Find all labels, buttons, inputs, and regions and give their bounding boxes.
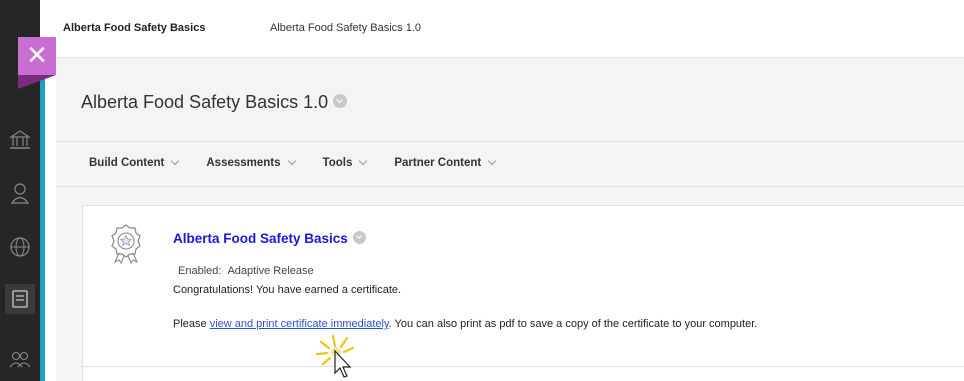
content-menubar: Build Content Assessments Tools Partner … — [89, 156, 523, 169]
congrats-message: Congratulations! You have earned a certi… — [173, 284, 402, 296]
instructions-suffix: . You can also print as pdf to save a co… — [388, 318, 758, 330]
page-title-text: Alberta Food Safety Basics 1.0 — [81, 92, 329, 112]
content-item-title-text: Alberta Food Safety Basics — [173, 231, 348, 246]
divider — [56, 186, 964, 187]
card-divider — [82, 366, 964, 367]
menu-tools[interactable]: Tools — [322, 156, 368, 169]
chevron-down-icon — [488, 156, 497, 166]
menu-partner-content[interactable]: Partner Content — [394, 156, 497, 169]
close-button[interactable]: ✕ — [18, 37, 56, 75]
chevron-down-icon — [171, 156, 180, 166]
enabled-label: Enabled: — [178, 265, 222, 277]
globe-icon[interactable] — [5, 232, 35, 262]
chevron-down-icon[interactable] — [352, 230, 366, 244]
award-ribbon-icon — [111, 224, 141, 264]
chevron-down-icon — [287, 156, 296, 166]
divider — [56, 141, 964, 142]
certificate-instructions: Please view and print certificate immedi… — [173, 318, 757, 330]
groups-icon[interactable] — [5, 344, 35, 374]
institution-icon[interactable] — [5, 125, 35, 155]
menu-build-content[interactable]: Build Content — [89, 156, 180, 169]
menu-label: Build Content — [89, 157, 165, 169]
rail-accent-stripe — [40, 62, 45, 381]
page-title: Alberta Food Safety Basics 1.0 — [81, 92, 348, 113]
close-icon: ✕ — [26, 41, 48, 71]
enabled-value: Adaptive Release — [227, 265, 314, 277]
close-button-tail — [18, 75, 56, 89]
courses-icon[interactable] — [5, 284, 35, 314]
item-status: Enabled: Adaptive Release — [178, 265, 314, 277]
view-certificate-link[interactable]: view and print certificate immediately — [210, 318, 389, 330]
menu-label: Tools — [322, 157, 353, 169]
instructions-prefix: Please — [173, 318, 210, 330]
profile-icon[interactable] — [5, 178, 35, 208]
chevron-down-icon — [359, 156, 368, 166]
chevron-down-icon[interactable] — [333, 94, 348, 109]
content-item-title[interactable]: Alberta Food Safety Basics — [173, 230, 366, 246]
mouse-pointer-icon — [315, 334, 355, 378]
breadcrumb-course[interactable]: Alberta Food Safety Basics — [63, 22, 205, 34]
menu-assessments[interactable]: Assessments — [206, 156, 296, 169]
menu-label: Partner Content — [394, 157, 482, 169]
menu-label: Assessments — [206, 157, 281, 169]
breadcrumb-page: Alberta Food Safety Basics 1.0 — [270, 22, 422, 34]
breadcrumb-bar: Alberta Food Safety Basics Alberta Food … — [45, 0, 964, 58]
